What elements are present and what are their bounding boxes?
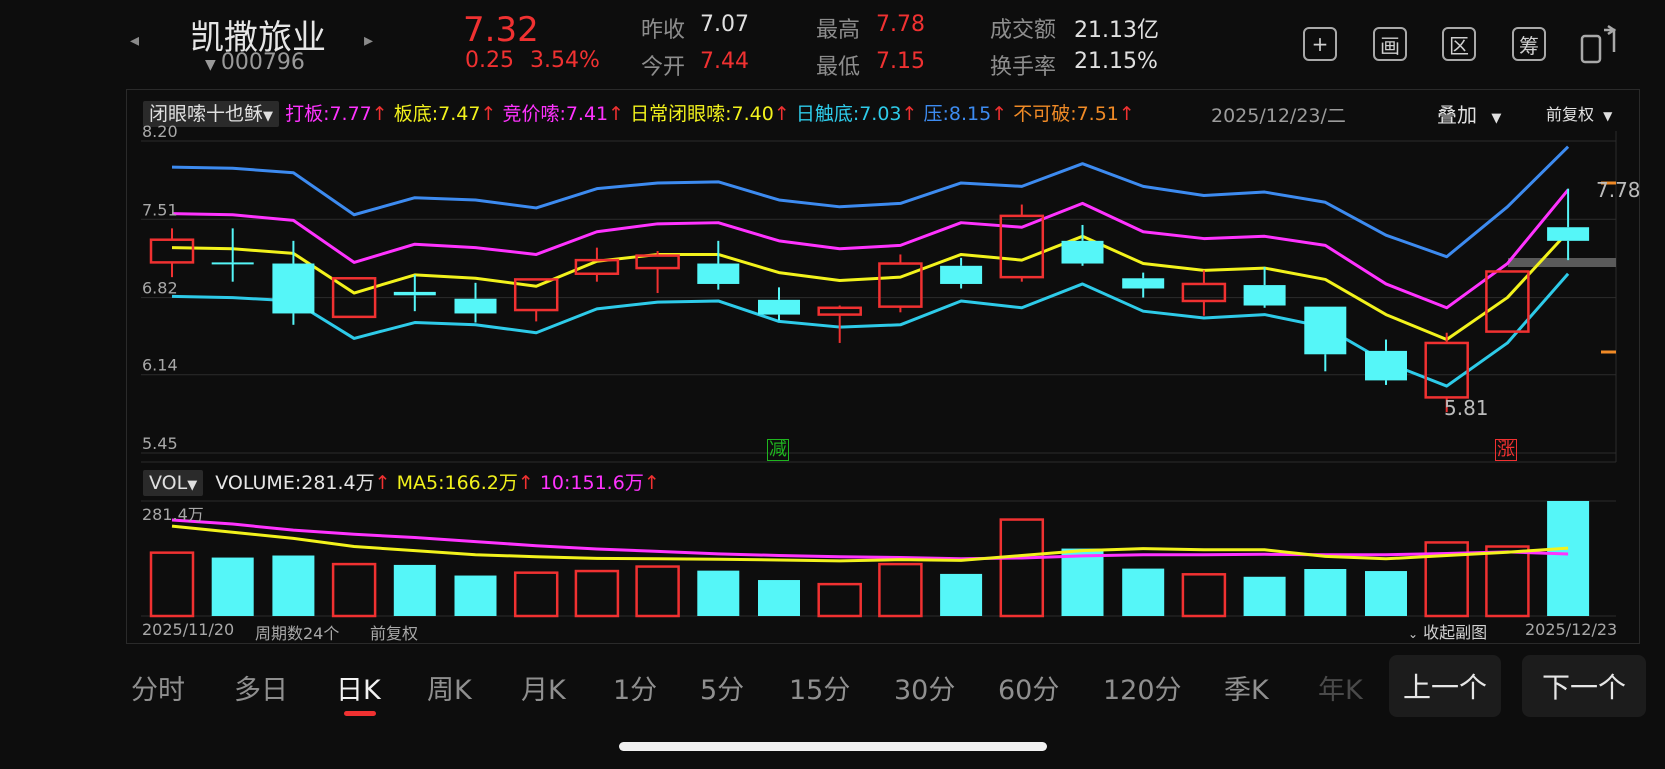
- volume-selector[interactable]: VOL▼: [143, 470, 204, 496]
- marker-rise: 涨: [1495, 439, 1517, 461]
- candlestick-chart[interactable]: 8.20 7.51 6.82 6.14 5.45: [0, 0, 1665, 769]
- tab-duori[interactable]: 多日: [234, 668, 288, 707]
- tab-rik[interactable]: 日K: [336, 668, 381, 707]
- collapse-subchart-button[interactable]: ⌄ 收起副图: [1408, 619, 1487, 643]
- volume-bar: [1304, 569, 1347, 616]
- tab-1min[interactable]: 1分: [613, 668, 657, 707]
- price-tick-label: 5.45: [142, 434, 178, 453]
- candle-body: [817, 306, 862, 316]
- candle-body: [1365, 350, 1407, 381]
- candle-body: [1304, 306, 1347, 355]
- volume-bar: [272, 555, 315, 616]
- footer-adjust: 前复权: [370, 624, 419, 643]
- price-tick-label: 6.82: [142, 279, 178, 298]
- marker-reduce: 减: [767, 439, 789, 461]
- volume-bar: [1181, 573, 1227, 618]
- volume-bar: [331, 562, 377, 618]
- indicator-line-日触底: [171, 272, 1570, 388]
- tab-fenshi[interactable]: 分时: [131, 668, 185, 707]
- volume-bar: [513, 571, 559, 618]
- tab-niank[interactable]: 年K: [1318, 668, 1363, 707]
- candle-body: [272, 263, 315, 314]
- candle-body: [1547, 227, 1590, 241]
- period-count: 周期数24个: [255, 624, 340, 643]
- volume-bar: [1061, 548, 1104, 616]
- collapse-subchart-label: 收起副图: [1423, 623, 1488, 642]
- candle-body: [454, 298, 497, 314]
- volume-bar: [393, 564, 436, 616]
- volume-bar: [1365, 571, 1407, 616]
- end-date: 2025/12/23: [1525, 620, 1618, 639]
- volume-ma5: MA5:166.2万↑: [396, 472, 534, 494]
- volume-bar: [635, 565, 680, 618]
- next-stock-button[interactable]: 下一个: [1522, 655, 1646, 717]
- candle-body: [1122, 278, 1165, 289]
- candle-body: [1243, 285, 1286, 306]
- candle-body: [393, 291, 436, 296]
- home-indicator: [619, 742, 1047, 751]
- tab-120min[interactable]: 120分: [1103, 668, 1182, 707]
- caret-down-icon: ▼: [187, 478, 198, 493]
- volume-ma10-line: [171, 518, 1569, 561]
- volume-bar: [697, 570, 740, 616]
- volume-bar: [574, 569, 620, 618]
- min-price-label: 5.81: [1444, 396, 1489, 420]
- tab-60min[interactable]: 60分: [998, 668, 1059, 707]
- volume-bar: [1243, 576, 1286, 616]
- volume-bar: [817, 582, 862, 618]
- tab-15min[interactable]: 15分: [789, 668, 850, 707]
- tab-jik[interactable]: 季K: [1224, 668, 1269, 707]
- volume-ma10-text: 10:151.6万: [539, 472, 644, 494]
- last-price-band: [1508, 258, 1616, 267]
- price-tick-label: 7.51: [142, 200, 178, 219]
- double-chevron-down-icon: ⌄: [1408, 627, 1419, 641]
- volume-value: VOLUME:281.4万↑: [215, 472, 391, 494]
- volume-indicator-bar: VOL▼ VOLUME:281.4万↑ MA5:166.2万↑ 10:151.6…: [143, 468, 660, 496]
- volume-bar: [1547, 501, 1590, 616]
- volume-value-text: VOLUME:281.4万: [215, 472, 375, 494]
- prev-stock-button[interactable]: 上一个: [1389, 655, 1501, 717]
- price-tick-label: 8.20: [142, 122, 178, 141]
- volume-bar: [211, 557, 254, 616]
- start-date: 2025/11/20: [142, 620, 235, 639]
- candle-body: [878, 262, 923, 308]
- volume-max-label: 281.4万: [142, 505, 204, 524]
- volume-bar: [999, 518, 1045, 618]
- candle-body: [697, 263, 740, 284]
- volume-bar: [454, 575, 497, 616]
- price-tick-label: 6.14: [142, 356, 178, 375]
- tab-zhouk[interactable]: 周K: [427, 668, 472, 707]
- volume-name: VOL: [149, 472, 188, 494]
- volume-bar: [149, 551, 195, 618]
- candle-body: [149, 238, 195, 264]
- volume-bar: [940, 573, 983, 616]
- volume-bar: [1485, 545, 1530, 618]
- tab-5min[interactable]: 5分: [700, 668, 744, 707]
- volume-bar: [878, 562, 923, 618]
- max-price-label: 7.78: [1596, 178, 1641, 202]
- candle-body: [1181, 282, 1227, 303]
- candle-body: [758, 299, 800, 315]
- volume-ma10: 10:151.6万↑: [539, 472, 660, 494]
- candle-body: [1061, 240, 1104, 264]
- indicator-line-压: [171, 145, 1570, 259]
- volume-bar: [1122, 568, 1165, 616]
- candle-body: [1424, 341, 1469, 399]
- volume-ma5-text: MA5:166.2万: [396, 472, 518, 494]
- volume-bar: [758, 580, 800, 616]
- tab-30min[interactable]: 30分: [894, 668, 955, 707]
- tab-yuek[interactable]: 月K: [521, 668, 566, 707]
- candle-body: [211, 262, 254, 265]
- candle-body: [940, 265, 983, 284]
- active-tab-indicator: [344, 711, 376, 716]
